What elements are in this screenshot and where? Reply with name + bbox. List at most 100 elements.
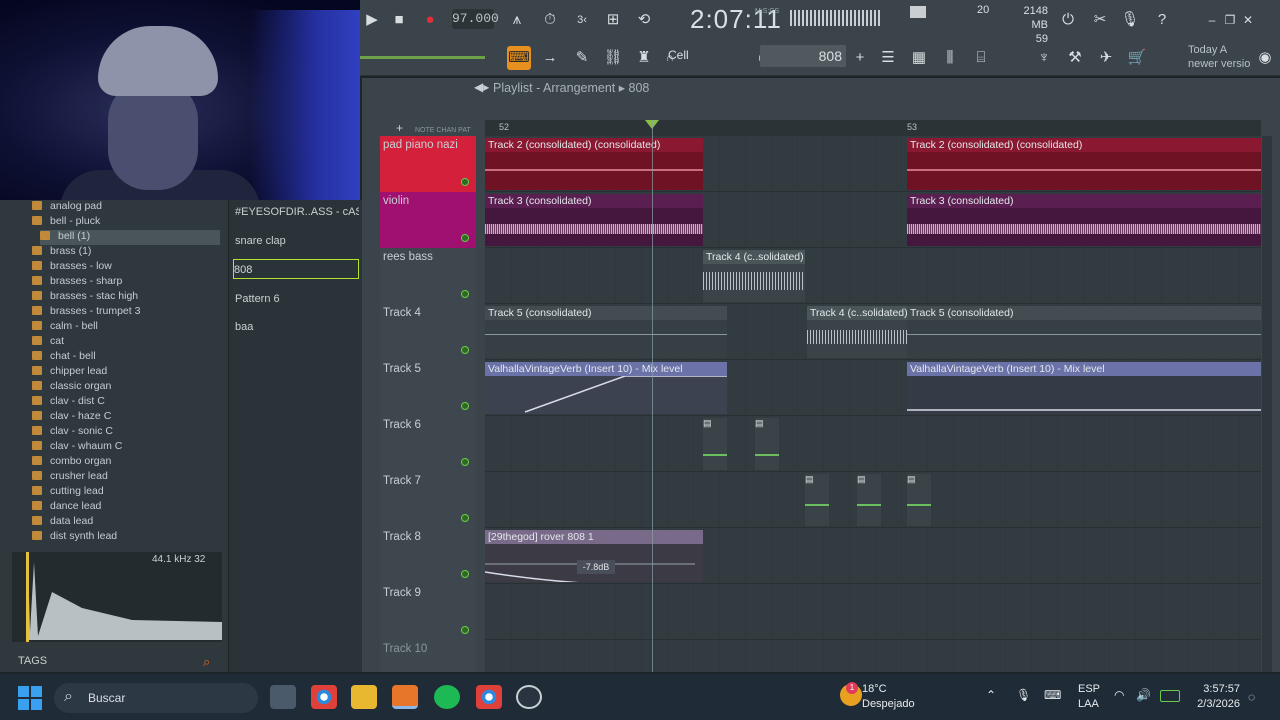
- browser-item[interactable]: data lead: [32, 515, 93, 530]
- audio-clip[interactable]: Track 3 (consolidated): [907, 194, 1261, 246]
- browser-icon[interactable]: ⌸: [969, 46, 993, 70]
- add-pattern-icon[interactable]: +: [848, 46, 872, 70]
- clock-time[interactable]: 3:57:57: [1190, 683, 1240, 695]
- pencil-icon[interactable]: ✎: [570, 46, 594, 70]
- mic-icon[interactable]: 🎙: [1118, 8, 1142, 32]
- notifications-icon[interactable]: ◌: [1248, 690, 1255, 704]
- track-mute-led[interactable]: [461, 402, 469, 410]
- countdown-icon[interactable]: 3‹: [570, 8, 594, 32]
- pattern-clip[interactable]: ▤: [907, 474, 931, 526]
- close-icon[interactable]: ✕: [1236, 8, 1260, 32]
- browser-item[interactable]: cutting lead: [32, 485, 104, 500]
- browser-item[interactable]: clav - whaum C: [32, 440, 122, 455]
- pattern-clip[interactable]: ▤: [703, 418, 727, 470]
- vertical-scrollbar[interactable]: [1262, 136, 1272, 672]
- automation-clip[interactable]: [29thegod] rover 808 1: [485, 530, 703, 582]
- track-header[interactable]: pad piano nazi: [380, 136, 476, 192]
- piano-roll-icon[interactable]: ⌨: [507, 46, 531, 70]
- browser-item[interactable]: dance lead: [32, 500, 101, 515]
- channel-item[interactable]: baa: [235, 317, 359, 337]
- browser-item[interactable]: brass (1): [32, 245, 91, 260]
- track-header[interactable]: Track 8: [380, 528, 476, 584]
- language-secondary[interactable]: LAA: [1078, 698, 1099, 710]
- file-explorer-icon[interactable]: [351, 685, 377, 709]
- step-edit-icon[interactable]: ⊞: [601, 8, 625, 32]
- record-icon[interactable]: ●: [418, 8, 442, 32]
- add-icon[interactable]: +: [396, 121, 403, 135]
- track-mute-led[interactable]: [461, 234, 469, 242]
- browser-item[interactable]: clav - dist C: [32, 395, 105, 410]
- tab-note[interactable]: NOTE: [415, 127, 434, 134]
- track-mute-led[interactable]: [461, 570, 469, 578]
- language-primary[interactable]: ESP: [1078, 683, 1100, 695]
- tempo-display[interactable]: 97.000: [452, 9, 499, 29]
- channel-item[interactable]: snare clap: [235, 231, 359, 251]
- timeline-ruler[interactable]: 52 53: [485, 120, 1261, 136]
- playlist-icon[interactable]: ☰: [876, 46, 900, 70]
- arrow-icon[interactable]: ◀▸: [474, 80, 489, 94]
- taskbar-search[interactable]: ⌕ Buscar: [54, 683, 258, 713]
- track-header[interactable]: Track 5: [380, 360, 476, 416]
- track-mute-led[interactable]: [461, 346, 469, 354]
- pattern-clip[interactable]: ▤: [857, 474, 881, 526]
- track-header[interactable]: Track 7: [380, 472, 476, 528]
- browser-item[interactable]: clav - haze C: [32, 410, 111, 425]
- track-mute-led[interactable]: [461, 178, 469, 186]
- chevron-up-icon[interactable]: ⌃: [986, 688, 996, 702]
- volume-icon[interactable]: 🔊: [1136, 688, 1151, 702]
- loop-record-icon[interactable]: ⟲: [632, 8, 656, 32]
- channel-rack-icon[interactable]: ▦: [907, 46, 931, 70]
- stop-icon[interactable]: ■: [387, 8, 411, 32]
- wifi-icon[interactable]: ◠: [1114, 688, 1124, 702]
- audio-clip[interactable]: Track 2 (consolidated) (consolidated): [907, 138, 1261, 190]
- track-mute-led[interactable]: [461, 458, 469, 466]
- keyboard-icon[interactable]: ⌨: [1044, 688, 1061, 702]
- automation-clip[interactable]: ValhallaVintageVerb (Insert 10) - Mix le…: [907, 362, 1261, 414]
- pattern-clip[interactable]: ▤: [755, 418, 779, 470]
- tools-icon[interactable]: ⚒: [1063, 46, 1087, 70]
- arrow-icon[interactable]: →: [538, 46, 562, 70]
- scissors-icon[interactable]: ✂: [1088, 8, 1112, 32]
- channel-item[interactable]: Pattern 6: [235, 289, 359, 309]
- audio-clip[interactable]: Track 5 (consolidated): [907, 306, 1261, 358]
- automation-clip[interactable]: ValhallaVintageVerb (Insert 10) - Mix le…: [485, 362, 727, 414]
- browser-item[interactable]: combo organ: [32, 455, 111, 470]
- spotify-icon[interactable]: [434, 685, 460, 709]
- wait-icon[interactable]: ⏱: [538, 8, 562, 32]
- track-header[interactable]: violin: [380, 192, 476, 248]
- browser-item[interactable]: chat - bell: [32, 350, 96, 365]
- browser-item[interactable]: brasses - trumpet 3: [32, 305, 140, 320]
- play-icon[interactable]: ▶: [360, 8, 384, 32]
- track-mute-led[interactable]: [461, 514, 469, 522]
- audio-clip[interactable]: Track 5 (consolidated): [485, 306, 727, 358]
- pattern-clip[interactable]: ▤: [805, 474, 829, 526]
- track-header[interactable]: Track 9: [380, 584, 476, 640]
- browser-item[interactable]: brasses - low: [32, 260, 112, 275]
- track-mute-led[interactable]: [461, 626, 469, 634]
- browser-item[interactable]: brasses - stac high: [32, 290, 138, 305]
- playlist-grid[interactable]: Track 2 (consolidated) (consolidated) Tr…: [485, 136, 1261, 672]
- plugin-icon[interactable]: ♆: [1032, 46, 1056, 70]
- track-header[interactable]: Track 10: [380, 640, 476, 672]
- link-icon[interactable]: ⛓: [601, 46, 625, 70]
- browser-item[interactable]: bell - pluck: [32, 215, 100, 230]
- browser-item[interactable]: analog pad: [32, 200, 102, 215]
- track-mute-led[interactable]: [461, 290, 469, 298]
- stamp-icon[interactable]: ♜: [632, 46, 656, 70]
- tab-chan[interactable]: CHAN: [436, 127, 456, 134]
- browser-item[interactable]: crusher lead: [32, 470, 108, 485]
- plane-icon[interactable]: ✈: [1094, 46, 1118, 70]
- windows-icon[interactable]: [18, 686, 42, 710]
- chrome-icon[interactable]: [311, 685, 337, 709]
- audio-clip[interactable]: Track 4 (c..solidated): [703, 250, 805, 302]
- track-header[interactable]: rees bass: [380, 248, 476, 304]
- browser-item[interactable]: clav - sonic C: [32, 425, 113, 440]
- mic-icon[interactable]: 🎙: [1016, 688, 1031, 702]
- audio-clip[interactable]: Track 4 (c..solidated): [807, 306, 907, 358]
- news-hint[interactable]: Today A newer versio: [1188, 43, 1258, 71]
- track-header[interactable]: Track 4: [380, 304, 476, 360]
- help-icon[interactable]: ?: [1150, 8, 1174, 32]
- chrome-icon[interactable]: [476, 685, 502, 709]
- snap-selector[interactable]: Cell: [668, 48, 689, 62]
- browser-item[interactable]: calm - bell: [32, 320, 98, 335]
